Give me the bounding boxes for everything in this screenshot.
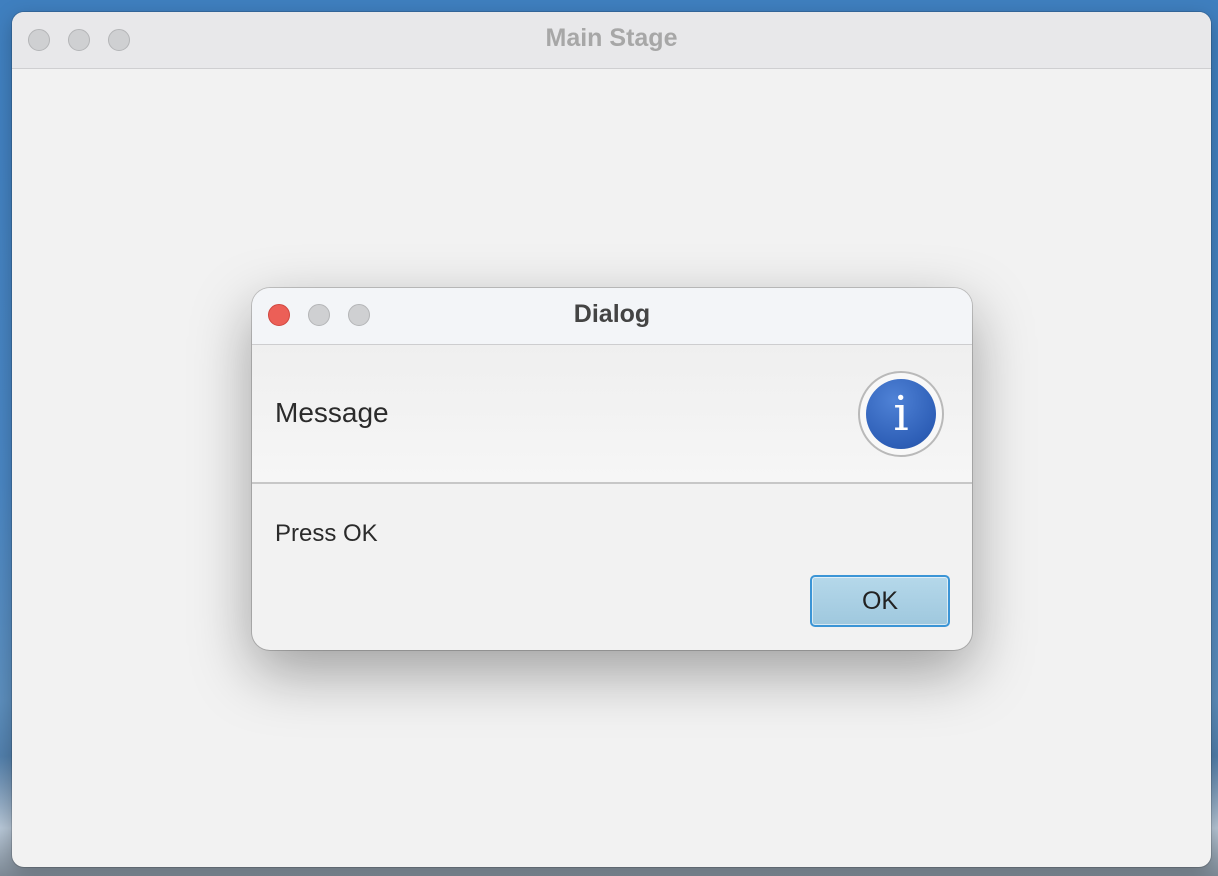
info-glyph: i xyxy=(866,379,936,449)
dialog-titlebar[interactable]: Dialog xyxy=(252,288,972,345)
info-icon: i xyxy=(858,371,944,457)
desktop-background: Main Stage Dialog Message i Press OK OK xyxy=(0,0,1218,876)
dialog-window: Dialog Message i Press OK OK xyxy=(252,288,972,650)
dialog-content-text: Press OK xyxy=(275,520,378,547)
dialog-header-text: Message xyxy=(275,397,389,428)
main-window-titlebar[interactable]: Main Stage xyxy=(12,12,1211,69)
dialog-header-panel: Message i xyxy=(252,345,972,484)
ok-button[interactable]: OK xyxy=(810,575,950,627)
dialog-title: Dialog xyxy=(573,300,651,328)
main-window-title: Main Stage xyxy=(545,24,678,52)
